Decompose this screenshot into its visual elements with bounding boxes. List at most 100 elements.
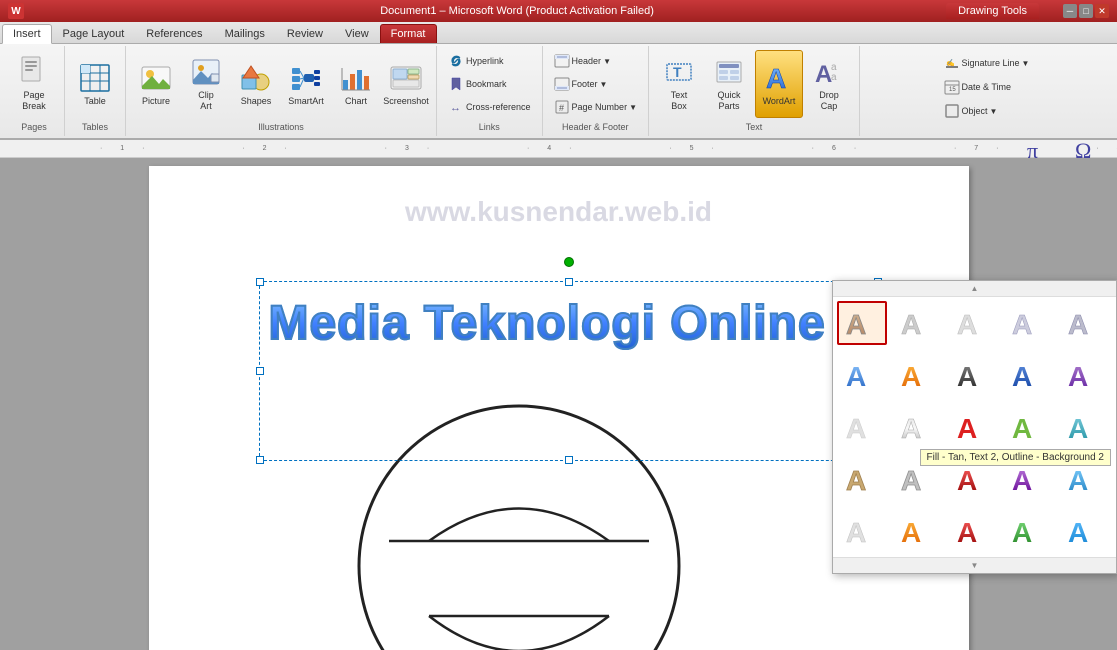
wordart-icon: A [763,62,795,94]
wordart-style-11[interactable]: A [837,405,887,449]
drop-cap-button[interactable]: A a a DropCap [805,50,853,118]
hyperlink-button[interactable]: Hyperlink [443,50,536,72]
handle-top-left[interactable] [256,278,264,286]
handle-top-middle[interactable] [565,278,573,286]
svg-text:A: A [901,309,921,340]
quick-parts-button[interactable]: QuickParts [705,50,753,118]
wordart-style-12[interactable]: A [892,405,942,449]
wordart-tooltip: Fill - Tan, Text 2, Outline - Background… [920,449,1112,466]
wordart-style-13[interactable]: A [948,405,998,449]
ribbon-group-page: PageBreak Pages [4,46,65,136]
cross-reference-button[interactable]: ↔ Cross-reference [443,96,536,118]
drop-cap-label: DropCap [819,90,839,112]
footer-button[interactable]: Footer ▼ [549,73,642,95]
wordart-style-5[interactable]: A [1059,301,1109,345]
chart-button[interactable]: Chart [332,50,380,118]
date-time-button[interactable]: 15 Date & Time [939,76,1017,98]
signature-line-button[interactable]: ✍ Signature Line ▼ [939,52,1035,74]
header-button[interactable]: Header ▼ [549,50,642,72]
handle-middle-left[interactable] [256,367,264,375]
svg-text:A: A [846,361,866,392]
wordart-style-7[interactable]: A [892,353,942,397]
wordart-style-25[interactable]: A [1059,509,1109,553]
wordart-style-9[interactable]: A [1003,353,1053,397]
signature-line-label: Signature Line [962,58,1020,68]
wordart-style-15[interactable]: A [1059,405,1109,449]
svg-text:A: A [1068,361,1088,392]
wordart-style-21[interactable]: A [837,509,887,553]
picture-button[interactable]: Picture [132,50,180,118]
tab-format[interactable]: Format [380,24,437,43]
text-box-selection[interactable] [259,281,879,461]
rotate-handle[interactable] [564,257,574,267]
ribbon-group-illustrations: Picture ClipArt [126,46,437,136]
shapes-button[interactable]: Shapes [232,50,280,118]
page-icon [18,56,50,88]
wordart-style-1[interactable]: A [837,301,887,345]
title-bar-text: Document1 – Microsoft Word (Product Acti… [88,5,946,17]
clip-art-button[interactable]: ClipArt [182,50,230,118]
page-number-dropdown: ▼ [629,103,637,112]
bookmark-button[interactable]: Bookmark [443,73,536,95]
svg-text:A: A [901,465,921,496]
tab-view[interactable]: View [334,24,380,43]
svg-text:15: 15 [949,87,956,93]
tab-review[interactable]: Review [276,24,334,43]
handle-bottom-left[interactable] [256,456,264,464]
clip-art-label: ClipArt [198,90,214,112]
tab-page-layout[interactable]: Page Layout [52,24,136,43]
wordart-style-4[interactable]: A [1003,301,1053,345]
wordart-style-23[interactable]: A [948,509,998,553]
svg-text:A: A [901,413,921,444]
links-group-content: Hyperlink Bookmark ↔ [443,48,536,120]
panel-scroll-down[interactable]: ▼ [833,557,1116,573]
wordart-style-14[interactable]: A [1003,405,1053,449]
close-button[interactable]: ✕ [1095,4,1109,18]
page-number-icon: # [554,99,570,115]
svg-text:A: A [957,517,977,548]
svg-text:a: a [831,72,837,83]
maximize-button[interactable]: □ [1079,4,1093,18]
object-label: Object [962,106,988,116]
wordart-style-22[interactable]: A [892,509,942,553]
wordart-button[interactable]: A WordArt [755,50,803,118]
object-button[interactable]: Object ▼ [939,100,1003,122]
page-number-button[interactable]: # Page Number ▼ [549,96,642,118]
svg-text:A: A [766,63,786,94]
handle-bottom-middle[interactable] [565,456,573,464]
panel-scroll-up[interactable]: ▲ [833,281,1116,297]
svg-text:A: A [901,361,921,392]
drop-cap-icon: A a a [813,56,845,88]
text-box-label: TextBox [671,90,688,112]
date-time-icon: 15 [944,79,960,95]
wordart-grid-row2: A A A [833,401,1116,453]
screenshot-label: Screenshot [383,96,429,107]
tab-mailings[interactable]: Mailings [214,24,276,43]
wordart-style-24[interactable]: A [1003,509,1053,553]
table-button[interactable]: Table [71,50,119,118]
cross-reference-label: Cross-reference [466,102,531,112]
svg-text:A: A [1012,309,1032,340]
wordart-style-16[interactable]: A [837,457,887,501]
bookmark-icon [448,76,464,92]
page-button[interactable]: PageBreak [10,50,58,118]
wordart-style-3[interactable]: A [948,301,998,345]
svg-text:A: A [1068,517,1088,548]
wordart-style-6[interactable]: A [837,353,887,397]
table-label: Table [84,96,106,107]
tab-references[interactable]: References [135,24,213,43]
title-bar: W Document1 – Microsoft Word (Product Ac… [0,0,1117,22]
svg-text:T: T [673,64,682,80]
smart-art-button[interactable]: SmartArt [282,50,330,118]
tab-insert[interactable]: Insert [2,24,52,44]
window-controls[interactable]: ─ □ ✕ [1063,4,1109,18]
screenshot-button[interactable]: Screenshot [382,50,430,118]
ribbon-group-links: Hyperlink Bookmark ↔ [437,46,543,136]
svg-text:A: A [1012,413,1032,444]
wordart-style-8[interactable]: A [948,353,998,397]
shapes-label: Shapes [241,96,272,107]
wordart-style-10[interactable]: A [1059,353,1109,397]
text-box-button[interactable]: T TextBox [655,50,703,118]
minimize-button[interactable]: ─ [1063,4,1077,18]
wordart-style-2[interactable]: A [892,301,942,345]
